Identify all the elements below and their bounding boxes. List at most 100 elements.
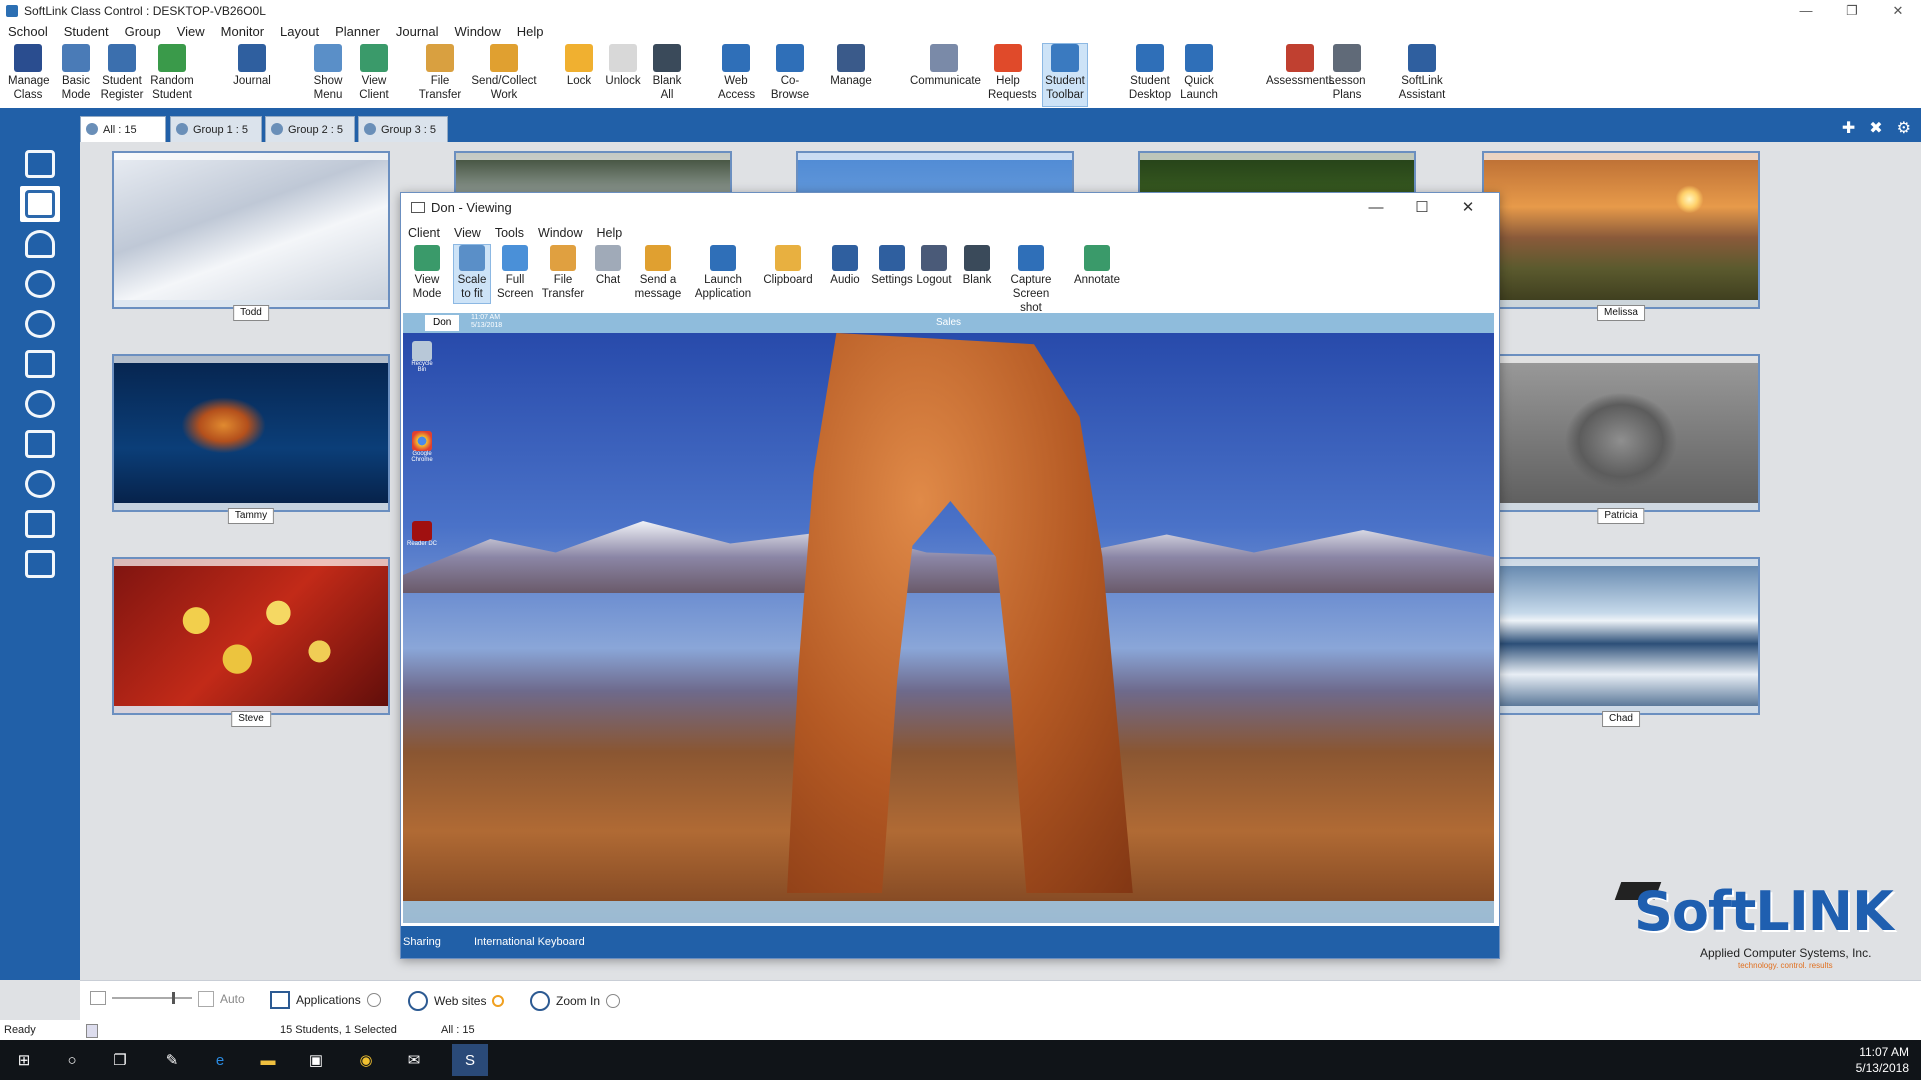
viewer-clipboard-button[interactable]: Clipboard bbox=[759, 245, 817, 287]
menu-help[interactable]: Help bbox=[509, 22, 552, 42]
ribbon-help-requests-button[interactable]: Help Requests bbox=[988, 44, 1037, 102]
mail-icon[interactable]: ✉ bbox=[402, 1048, 426, 1072]
add-icon[interactable]: ✚ bbox=[1842, 118, 1855, 138]
ribbon-journal-button[interactable]: Journal bbox=[230, 44, 274, 88]
presentation-icon[interactable] bbox=[20, 546, 60, 582]
search-icon[interactable]: ○ bbox=[60, 1048, 84, 1072]
close-button[interactable]: ✕ bbox=[1875, 0, 1921, 22]
menu-monitor[interactable]: Monitor bbox=[213, 22, 272, 42]
ribbon-send-collect-work-button[interactable]: Send/Collect Work bbox=[470, 44, 538, 102]
viewer-send-a-message-button[interactable]: Send a message bbox=[633, 245, 683, 301]
zoom-radio[interactable] bbox=[606, 994, 621, 1008]
ribbon-show-menu-button[interactable]: Show Menu bbox=[310, 44, 346, 102]
viewer-capture-screen-shot-button[interactable]: Capture Screen shot bbox=[1001, 245, 1061, 315]
applications-radio[interactable] bbox=[366, 993, 381, 1007]
ribbon-quick-launch-button[interactable]: Quick Launch bbox=[1178, 44, 1220, 102]
ribbon-file-transfer-button[interactable]: File Transfer bbox=[418, 44, 462, 102]
store-icon[interactable]: ▣ bbox=[304, 1048, 328, 1072]
tab-group-1-5[interactable]: Group 1 : 5 bbox=[170, 116, 262, 142]
web-user-icon[interactable] bbox=[20, 466, 60, 502]
tab-group-2-5[interactable]: Group 2 : 5 bbox=[265, 116, 355, 142]
ribbon-lesson-plans-button[interactable]: Lesson Plans bbox=[1326, 44, 1368, 102]
ribbon-view-client-button[interactable]: View Client bbox=[354, 44, 394, 102]
ribbon-blank-all-button[interactable]: Blank All bbox=[650, 44, 684, 102]
ribbon-softlink-assistant-button[interactable]: SoftLink Assistant bbox=[1398, 44, 1446, 102]
task-view-icon[interactable]: ❐ bbox=[108, 1048, 132, 1072]
remote-screen[interactable]: Sales Don 11:07 AM 5/13/2018 Recycle Bin… bbox=[403, 313, 1494, 923]
monitor-icon[interactable] bbox=[20, 186, 60, 222]
menu-layout[interactable]: Layout bbox=[272, 22, 327, 42]
ribbon-lock-button[interactable]: Lock bbox=[562, 44, 596, 88]
ribbon-manage-class-button[interactable]: Manage Class bbox=[8, 44, 50, 102]
menu-window[interactable]: Window bbox=[447, 22, 509, 42]
menu-view[interactable]: View bbox=[169, 22, 213, 42]
chrome-icon[interactable]: ◉ bbox=[354, 1048, 378, 1072]
minimize-button[interactable]: — bbox=[1783, 0, 1829, 22]
ribbon-student-desktop-button[interactable]: Student Desktop bbox=[1128, 44, 1172, 102]
close-tab-icon[interactable]: ✖ bbox=[1869, 118, 1882, 138]
ribbon-manage-button[interactable]: Manage bbox=[830, 44, 872, 88]
websites-toggle[interactable]: Web sites bbox=[408, 991, 505, 1011]
viewer-menu-tools[interactable]: Tools bbox=[488, 223, 531, 243]
window-icon[interactable] bbox=[20, 346, 60, 382]
viewer-file-transfer-button[interactable]: File Transfer bbox=[541, 245, 585, 301]
viewer-minimize-button[interactable]: — bbox=[1353, 193, 1399, 223]
menu-student[interactable]: Student bbox=[56, 22, 117, 42]
student-thumbnail[interactable] bbox=[112, 151, 390, 309]
head-icon[interactable] bbox=[20, 266, 60, 302]
desktop-icon[interactable]: Reader DC bbox=[407, 521, 437, 547]
keyboard-icon[interactable] bbox=[20, 506, 60, 542]
viewer-menu-view[interactable]: View bbox=[447, 223, 488, 243]
viewer-close-button[interactable]: ✕ bbox=[1445, 193, 1491, 223]
ribbon-student-register-button[interactable]: Student Register bbox=[100, 44, 144, 102]
tab-all-15[interactable]: All : 15 bbox=[80, 116, 166, 142]
viewer-maximize-button[interactable]: ☐ bbox=[1399, 193, 1445, 223]
viewer-menu-window[interactable]: Window bbox=[531, 223, 589, 243]
gear-icon[interactable]: ⚙ bbox=[1897, 118, 1911, 138]
desktop-icon[interactable]: Google Chrome bbox=[407, 431, 437, 463]
windows-start-icon[interactable]: ⊞ bbox=[12, 1048, 36, 1072]
zoom-toggle[interactable]: Zoom In bbox=[530, 991, 621, 1011]
viewer-launch-application-button[interactable]: Launch Application bbox=[691, 245, 755, 301]
websites-radio[interactable] bbox=[492, 995, 505, 1007]
student-thumbnail[interactable] bbox=[1482, 354, 1760, 512]
menu-group[interactable]: Group bbox=[117, 22, 169, 42]
softlink-icon[interactable]: S bbox=[452, 1044, 488, 1076]
student-thumbnail[interactable] bbox=[1482, 557, 1760, 715]
desktop-icon[interactable]: Recycle Bin bbox=[407, 341, 437, 373]
student-thumbnail[interactable] bbox=[1482, 151, 1760, 309]
student-thumbnail[interactable] bbox=[112, 354, 390, 512]
size-slider[interactable] bbox=[90, 991, 192, 1005]
viewer-view-mode-button[interactable]: View Mode bbox=[407, 245, 447, 301]
edge-icon[interactable]: e bbox=[208, 1048, 232, 1072]
maximize-button[interactable]: ❐ bbox=[1829, 0, 1875, 22]
menu-planner[interactable]: Planner bbox=[327, 22, 388, 42]
student-thumbnail[interactable] bbox=[112, 557, 390, 715]
ribbon-communicate-button[interactable]: Communicate bbox=[910, 44, 981, 88]
viewer-audio-button[interactable]: Audio bbox=[827, 245, 863, 287]
headphones-icon[interactable] bbox=[20, 226, 60, 262]
viewer-chat-button[interactable]: Chat bbox=[591, 245, 625, 287]
viewer-logout-button[interactable]: Logout bbox=[915, 245, 953, 287]
menu-journal[interactable]: Journal bbox=[388, 22, 447, 42]
softlink-pen-icon[interactable]: ✎ bbox=[160, 1048, 184, 1072]
ribbon-web-access-button[interactable]: Web Access bbox=[718, 44, 755, 102]
applications-toggle[interactable]: Applications bbox=[270, 991, 381, 1009]
ribbon-co-browse-button[interactable]: Co-Browse bbox=[764, 44, 816, 102]
ribbon-random-student-button[interactable]: Random Student bbox=[150, 44, 194, 102]
ribbon-assessments-button[interactable]: Assessments bbox=[1266, 44, 1334, 88]
viewer-blank-button[interactable]: Blank bbox=[959, 245, 995, 287]
menu-school[interactable]: School bbox=[0, 22, 56, 42]
system-clock[interactable]: 11:07 AM 5/13/2018 bbox=[1856, 1044, 1909, 1076]
viewer-settings-button[interactable]: Settings bbox=[871, 245, 913, 287]
printer-icon[interactable] bbox=[20, 426, 60, 462]
viewer-scale-to-fit-button[interactable]: Scale to fit bbox=[453, 244, 491, 304]
globe-icon[interactable] bbox=[20, 306, 60, 342]
viewer-annotate-button[interactable]: Annotate bbox=[1071, 245, 1123, 287]
home-icon[interactable] bbox=[20, 146, 60, 182]
folder-icon[interactable]: ▬ bbox=[256, 1048, 280, 1072]
auto-toggle[interactable]: Auto bbox=[198, 991, 245, 1007]
ribbon-student-toolbar-button[interactable]: Student Toolbar bbox=[1042, 43, 1088, 107]
viewer-full-screen-button[interactable]: Full Screen bbox=[497, 245, 533, 301]
viewer-menu-help[interactable]: Help bbox=[590, 223, 630, 243]
